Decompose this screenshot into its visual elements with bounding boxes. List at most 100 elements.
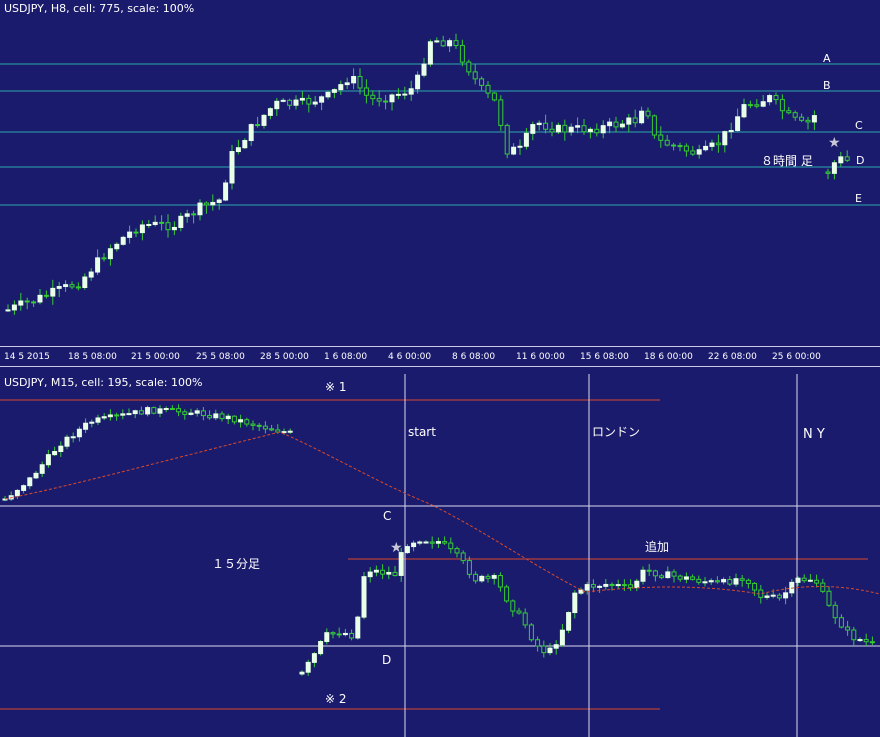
candle-body xyxy=(43,294,49,297)
candle-body xyxy=(159,221,165,224)
candle-body xyxy=(331,89,337,93)
candle-body xyxy=(838,617,844,628)
candle-body xyxy=(361,576,367,618)
candle-body xyxy=(504,124,510,155)
candle-body xyxy=(200,410,206,417)
candle-body xyxy=(825,171,831,174)
candle-body xyxy=(5,309,11,312)
candle-body xyxy=(799,116,805,121)
h8-chart[interactable]: A B C D E ８時間 足 ★ xyxy=(0,0,880,346)
candle-body xyxy=(274,100,280,110)
candle-body xyxy=(336,633,342,636)
pane-divider[interactable] xyxy=(0,366,880,367)
candle-body xyxy=(543,122,549,130)
candle-body xyxy=(510,600,516,612)
candle-body xyxy=(244,419,250,425)
candle-body xyxy=(312,101,318,105)
candle-body xyxy=(64,436,70,447)
candle-body xyxy=(703,145,709,151)
candle-body xyxy=(613,121,619,128)
candle-body xyxy=(671,144,677,147)
candle-body xyxy=(342,632,348,636)
candle-body xyxy=(417,541,423,544)
candle-body xyxy=(536,122,542,126)
candle-body xyxy=(440,40,446,47)
candle-body xyxy=(114,414,120,417)
candle-body xyxy=(165,222,171,231)
candle-body xyxy=(844,156,850,161)
candle-body xyxy=(466,61,472,73)
candle-body xyxy=(363,87,369,96)
candle-body xyxy=(351,76,357,84)
candle-body xyxy=(869,641,875,644)
candle-body xyxy=(747,104,753,107)
candle-body xyxy=(171,226,177,231)
candle-body xyxy=(370,94,376,100)
candle-body xyxy=(434,40,440,43)
candle-body xyxy=(845,626,851,631)
candle-body xyxy=(95,257,101,273)
candle-body xyxy=(607,121,613,127)
star-icon: ★ xyxy=(828,135,841,151)
candle-body xyxy=(427,41,433,65)
candle-body xyxy=(547,647,553,654)
candle-body xyxy=(715,142,721,146)
candle-body xyxy=(479,575,485,582)
m15-chart-pane[interactable]: ※ 1 start ロンドン N Y C ★ 追加 １５分足 D ※ 2 USD… xyxy=(0,374,880,737)
candle-body xyxy=(383,100,389,103)
candle-body xyxy=(553,644,559,649)
candle-body xyxy=(491,575,497,579)
candle-body xyxy=(764,595,770,598)
note1-label: ※ 1 xyxy=(325,380,347,394)
candle-body xyxy=(11,304,17,311)
candle-body xyxy=(256,424,262,427)
candle-body xyxy=(760,101,766,107)
candle-body xyxy=(792,112,798,118)
candle-body xyxy=(735,116,741,132)
candle-body xyxy=(779,99,785,112)
candle-body xyxy=(690,576,696,580)
candle-body xyxy=(677,575,683,580)
m15-chart[interactable]: ※ 1 start ロンドン N Y C ★ 追加 １５分足 D ※ 2 xyxy=(0,374,880,737)
candle-body xyxy=(522,612,528,626)
candle-body xyxy=(498,99,504,126)
timeframe-label: １５分足 xyxy=(212,557,260,571)
candle-body xyxy=(677,145,683,148)
candle-body xyxy=(299,97,305,101)
candle-body xyxy=(88,271,94,278)
candle-body xyxy=(120,236,126,245)
time-tick: 1 6 08:00 xyxy=(324,352,367,362)
candle-body xyxy=(45,454,51,466)
candle-body xyxy=(459,44,465,63)
candle-body xyxy=(639,110,645,124)
candle-body xyxy=(770,594,776,597)
candle-body xyxy=(594,128,600,134)
h8-chart-pane[interactable]: A B C D E ８時間 足 ★ USDJPY, H8, cell: 775,… xyxy=(0,0,880,346)
candle-body xyxy=(70,436,76,439)
candle-body xyxy=(584,584,590,591)
candle-body xyxy=(261,114,267,126)
candle-body xyxy=(511,146,517,155)
time-tick: 21 5 00:00 xyxy=(131,352,180,362)
candle-body xyxy=(454,548,460,554)
candle-body xyxy=(795,577,801,583)
candle-body xyxy=(191,213,197,216)
candle-body xyxy=(83,422,89,430)
time-tick: 22 6 08:00 xyxy=(708,352,757,362)
candle-body xyxy=(402,93,408,96)
candle-body xyxy=(238,419,244,423)
time-tick: 25 6 00:00 xyxy=(772,352,821,362)
star-icon: ★ xyxy=(390,540,403,556)
candle-body xyxy=(690,150,696,155)
candle-body xyxy=(367,571,373,578)
candle-body xyxy=(267,108,273,116)
candle-body xyxy=(435,541,441,544)
candle-body xyxy=(421,63,427,76)
candle-body xyxy=(665,571,671,579)
candle-body xyxy=(56,286,62,289)
candle-body xyxy=(176,408,182,413)
candle-body xyxy=(398,552,404,576)
candle-body xyxy=(752,582,758,591)
candle-body xyxy=(145,407,151,415)
candle-body xyxy=(75,286,81,289)
